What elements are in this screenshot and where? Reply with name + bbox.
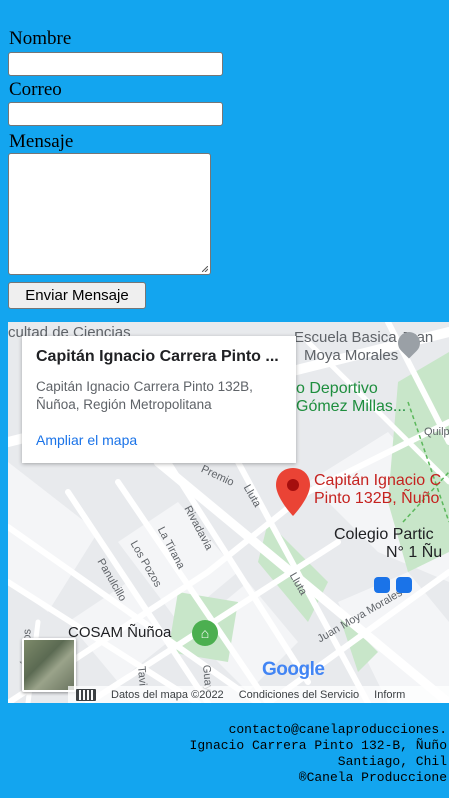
place-address-line1: Capitán Ignacio Carrera Pinto 132B,: [36, 379, 253, 394]
location-pin-icon[interactable]: [276, 468, 310, 516]
terms-link[interactable]: Condiciones del Servicio: [239, 689, 359, 701]
message-label: Mensaje: [9, 131, 74, 152]
satellite-toggle-thumbnail[interactable]: [22, 638, 76, 692]
map-label-centro: o Deportivo: [296, 380, 378, 397]
bus-stop-icon-2: [396, 577, 412, 593]
footer-city: Santiago, Chil: [337, 754, 447, 769]
footer-copyright: ®Canela Produccione: [298, 770, 447, 785]
footer-address: Ignacio Carrera Pinto 132-B, Ñuño: [189, 738, 447, 753]
email-label: Correo: [9, 79, 62, 100]
resize-handle-icon[interactable]: [202, 266, 208, 272]
map-attribution-bar: Datos del mapa ©2022 Condiciones del Ser…: [68, 686, 449, 703]
place-address: Capitán Ignacio Carrera Pinto 132B, Ñuño…: [36, 378, 286, 414]
google-logo: Google: [262, 659, 325, 680]
map-label-tavi: Tavi: [134, 665, 149, 687]
map-label-cosam: COSAM Ñuñoa: [68, 624, 172, 641]
keyboard-icon[interactable]: [76, 688, 96, 701]
pin-label-2: Pinto 132B, Ñuño: [314, 490, 440, 507]
message-textarea[interactable]: [8, 153, 211, 275]
landmark-icon: ⌂: [192, 620, 218, 646]
place-info-card: Capitán Ignacio Carrera Pinto ... Capitá…: [22, 336, 296, 463]
place-title: Capitán Ignacio Carrera Pinto ...: [36, 348, 279, 365]
bus-stop-icon: [374, 577, 390, 593]
map-label-quilpue: Quilp: [424, 426, 449, 438]
footer: contacto@canelaproducciones. Ignacio Car…: [190, 722, 447, 786]
email-input[interactable]: [8, 102, 223, 126]
place-address-line2: Ñuñoa, Región Metropolitana: [36, 397, 212, 412]
map-data-credit: Datos del mapa ©2022: [111, 688, 224, 701]
map-label-colegio: Colegio Partic: [334, 526, 434, 543]
pin-label: Capitán Ignacio C: [314, 472, 442, 489]
map-label-centro-2: Gómez Millas...: [296, 398, 407, 415]
expand-map-link[interactable]: Ampliar el mapa: [36, 432, 137, 448]
map-label-escuela-2: Moya Morales: [304, 347, 399, 364]
name-label: Nombre: [9, 28, 72, 49]
footer-email[interactable]: contacto@canelaproducciones.: [190, 722, 447, 738]
name-input[interactable]: [8, 52, 223, 76]
report-link[interactable]: Inform: [374, 689, 405, 701]
send-message-button[interactable]: Enviar Mensaje: [8, 282, 146, 309]
map-label-colegio-2: N° 1 Ñu: [386, 544, 443, 561]
embedded-map[interactable]: cultad de Ciencias Escuela Basica Juan M…: [8, 322, 449, 703]
